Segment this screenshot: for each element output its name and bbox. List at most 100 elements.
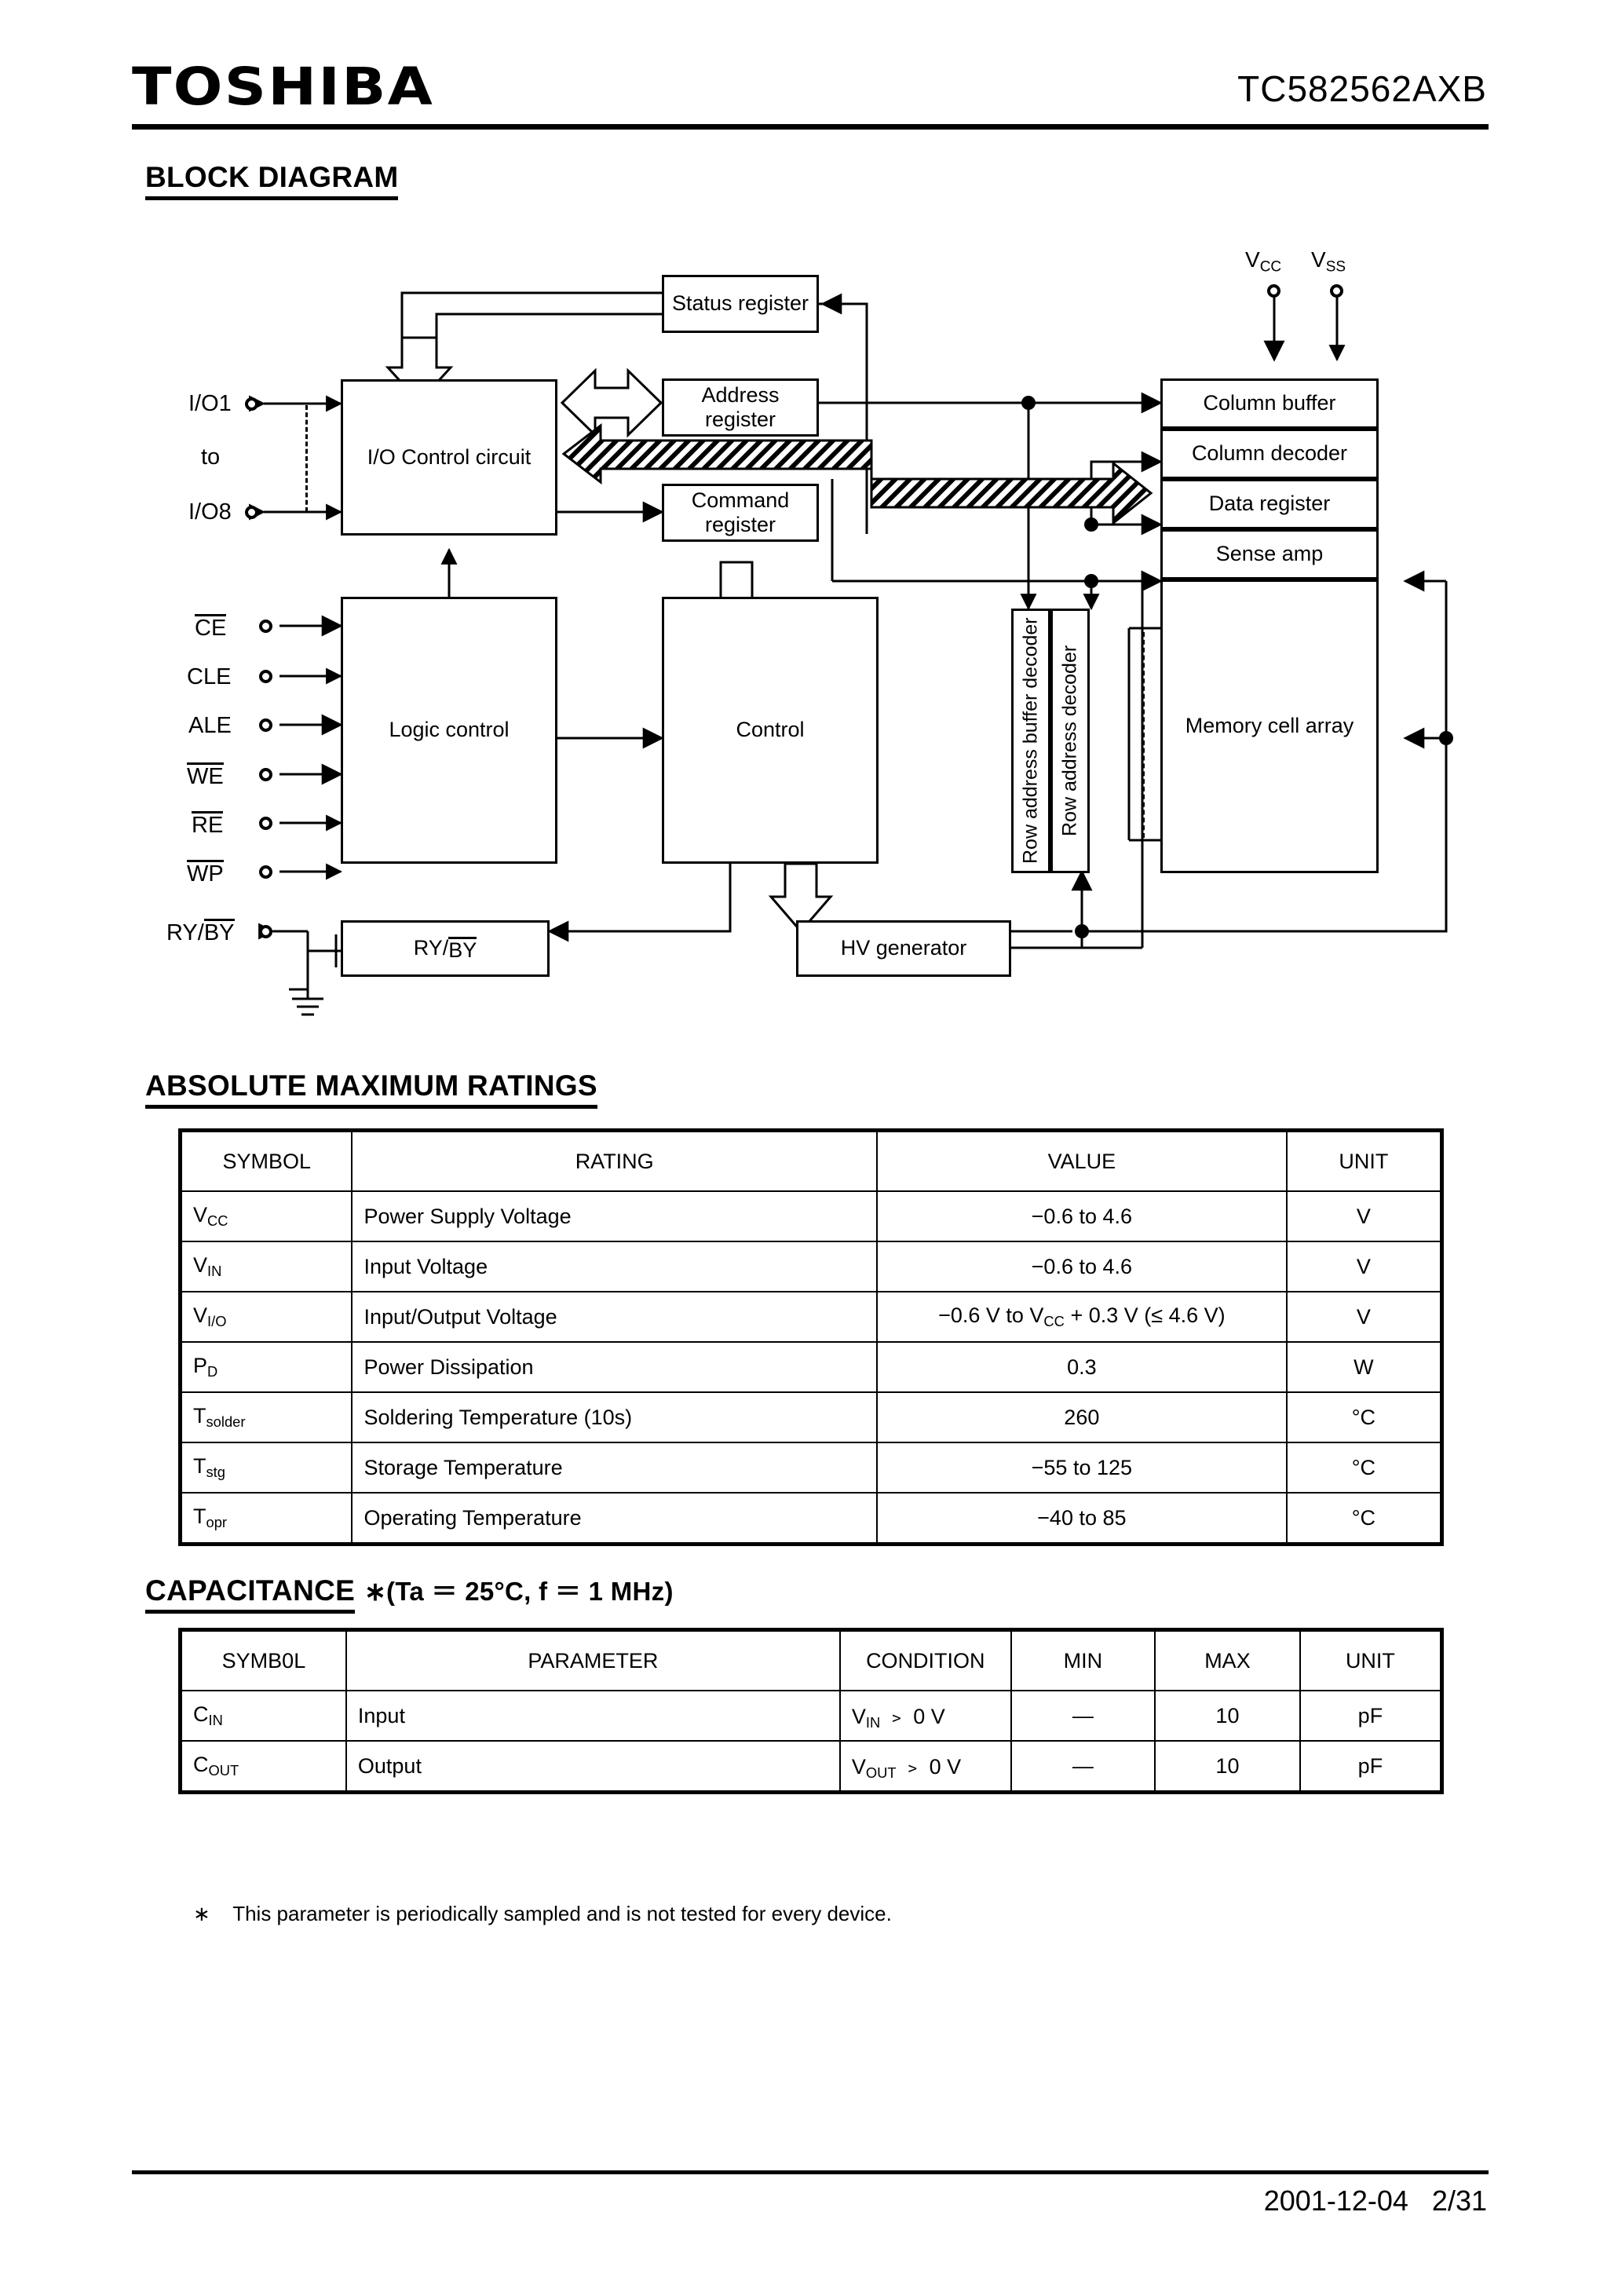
cell-value: 260 <box>875 1391 1288 1443</box>
pin-label-vcc: VCC <box>1245 247 1282 276</box>
block-hv-generator: HV generator <box>796 920 1011 977</box>
pin-label-we: WE <box>187 762 224 789</box>
pin-wp <box>259 865 272 879</box>
pin-vss <box>1330 284 1343 298</box>
col-value: VALUE <box>875 1131 1288 1192</box>
block-command-register: Command register <box>662 484 819 542</box>
cell-unit: V <box>1285 1190 1442 1242</box>
cell-rating: Operating Temperature <box>351 1492 878 1544</box>
memory-array-wordline-dashes <box>1143 632 1145 838</box>
table-row: CIN Input VIN ﹥ 0 V — 10 pF <box>181 1690 1442 1742</box>
footer-text: 2001-12-04 2/31 <box>1264 2184 1487 2217</box>
capacitance-table: SYMB0L PARAMETER CONDITION MIN MAX UNIT … <box>181 1630 1442 1792</box>
col-min: MIN <box>1010 1630 1156 1691</box>
block-io-control-circuit: I/O Control circuit <box>341 379 557 536</box>
io-range-dashed-line <box>305 405 308 512</box>
cell-max: 10 <box>1154 1740 1301 1792</box>
cell-unit: V <box>1285 1291 1442 1343</box>
cell-symbol: PD <box>180 1341 353 1393</box>
pin-io1 <box>245 397 258 411</box>
pin-label-cle: CLE <box>187 664 232 689</box>
cell-symbol: VI/O <box>180 1291 353 1343</box>
data-bus-arrow <box>561 422 1153 526</box>
pin-ale <box>259 718 272 732</box>
pin-cle <box>259 670 272 683</box>
footer-page: 2/31 <box>1431 2184 1487 2217</box>
cell-min: — <box>1010 1740 1156 1792</box>
col-symbol: SYMB0L <box>181 1630 347 1691</box>
pin-label-ry-by: BY <box>203 919 235 945</box>
block-logic-control: Logic control <box>341 597 557 864</box>
pin-re <box>259 817 272 830</box>
cell-rating: Soldering Temperature (10s) <box>351 1391 878 1443</box>
cell-symbol: CIN <box>181 1690 347 1742</box>
capacitance-heading: CAPACITANCE ∗(Ta ＝ 25°C, f ＝ 1 MHz) <box>145 1570 674 1614</box>
pin-io8 <box>245 506 258 519</box>
table-header-row: SYMBOL RATING VALUE UNIT <box>180 1131 1442 1192</box>
pin-vcc <box>1267 284 1280 298</box>
table-row: Tsolder Soldering Temperature (10s) 260 … <box>180 1391 1442 1443</box>
pin-we <box>259 768 272 781</box>
cell-symbol: Tsolder <box>180 1391 353 1443</box>
pin-ce <box>259 620 272 633</box>
block-row-address-decoder: Row address decoder <box>1050 609 1090 873</box>
block-sense-amp: Sense amp <box>1160 529 1379 579</box>
cell-value: −0.6 V to VCC + 0.3 V (≤ 4.6 V) <box>875 1291 1288 1343</box>
pin-label-io8: I/O8 <box>188 499 232 525</box>
cell-unit: W <box>1285 1341 1442 1393</box>
footer-date: 2001-12-04 <box>1263 2184 1408 2217</box>
capacitance-heading-text: CAPACITANCE <box>145 1574 356 1614</box>
col-max: MAX <box>1154 1630 1301 1691</box>
abs-max-ratings-table: SYMBOL RATING VALUE UNIT VCC Power Suppl… <box>180 1131 1442 1544</box>
cell-condition: VIN ﹥ 0 V <box>838 1690 1012 1742</box>
cell-rating: Power Dissipation <box>351 1341 878 1393</box>
capacitance-condition: ∗(Ta ＝ 25°C, f ＝ 1 MHz) <box>364 1577 674 1606</box>
cell-symbol: Tstg <box>180 1442 353 1493</box>
block-memory-cell-array: Memory cell array <box>1160 579 1379 873</box>
abs-max-heading-text: ABSOLUTE MAXIMUM RATINGS <box>145 1069 597 1109</box>
cell-unit: °C <box>1285 1391 1442 1443</box>
block-diagram: I/O1 to I/O8 CE CLE ALE WE RE WP RY/BY V… <box>0 0 1622 1036</box>
cell-symbol: VCC <box>180 1190 353 1242</box>
pin-label-re: RE <box>192 811 224 838</box>
col-symbol: SYMBOL <box>180 1131 353 1192</box>
block-control: Control <box>662 597 879 864</box>
pin-label-ale: ALE <box>188 713 232 738</box>
table-row: VI/O Input/Output Voltage −0.6 V to VCC … <box>180 1291 1442 1343</box>
abs-max-heading: ABSOLUTE MAXIMUM RATINGS <box>145 1069 597 1109</box>
table-row: VIN Input Voltage −0.6 to 4.6 V <box>180 1241 1442 1292</box>
cell-condition: VOUT ﹥ 0 V <box>838 1740 1012 1792</box>
cell-unit: °C <box>1285 1492 1442 1544</box>
col-unit: UNIT <box>1285 1131 1442 1192</box>
cell-max: 10 <box>1154 1690 1301 1742</box>
col-unit: UNIT <box>1299 1630 1442 1691</box>
cell-symbol: Topr <box>180 1492 353 1544</box>
table-row: PD Power Dissipation 0.3 W <box>180 1341 1442 1393</box>
pin-label-io-to: to <box>201 444 221 470</box>
footnote: ∗ This parameter is periodically sampled… <box>193 1902 892 1925</box>
cell-value: 0.3 <box>875 1341 1288 1393</box>
cell-unit: °C <box>1285 1442 1442 1493</box>
cell-unit: V <box>1285 1241 1442 1292</box>
table-row: Topr Operating Temperature −40 to 85 °C <box>180 1492 1442 1544</box>
table-header-row: SYMB0L PARAMETER CONDITION MIN MAX UNIT <box>181 1630 1442 1691</box>
col-condition: CONDITION <box>838 1630 1012 1691</box>
pin-ry-by <box>259 925 272 938</box>
table-row: COUT Output VOUT ﹥ 0 V — 10 pF <box>181 1740 1442 1792</box>
col-parameter: PARAMETER <box>345 1630 841 1691</box>
pin-label-vss: VSS <box>1311 247 1346 276</box>
block-data-register: Data register <box>1160 479 1379 529</box>
cell-value: −0.6 to 4.6 <box>875 1241 1288 1292</box>
pin-label-io1: I/O1 <box>188 391 232 416</box>
footer-rule <box>132 2170 1489 2174</box>
cell-unit: pF <box>1299 1740 1442 1792</box>
cell-rating: Power Supply Voltage <box>351 1190 878 1242</box>
block-ry-by: RY/BY <box>341 920 550 977</box>
table-row: Tstg Storage Temperature −55 to 125 °C <box>180 1442 1442 1493</box>
cell-rating: Input/Output Voltage <box>351 1291 878 1343</box>
block-column-decoder: Column decoder <box>1160 429 1379 479</box>
block-status-register: Status register <box>662 275 819 333</box>
cell-unit: pF <box>1299 1690 1442 1742</box>
cell-symbol: VIN <box>180 1241 353 1292</box>
pin-label-ce: CE <box>195 614 227 641</box>
